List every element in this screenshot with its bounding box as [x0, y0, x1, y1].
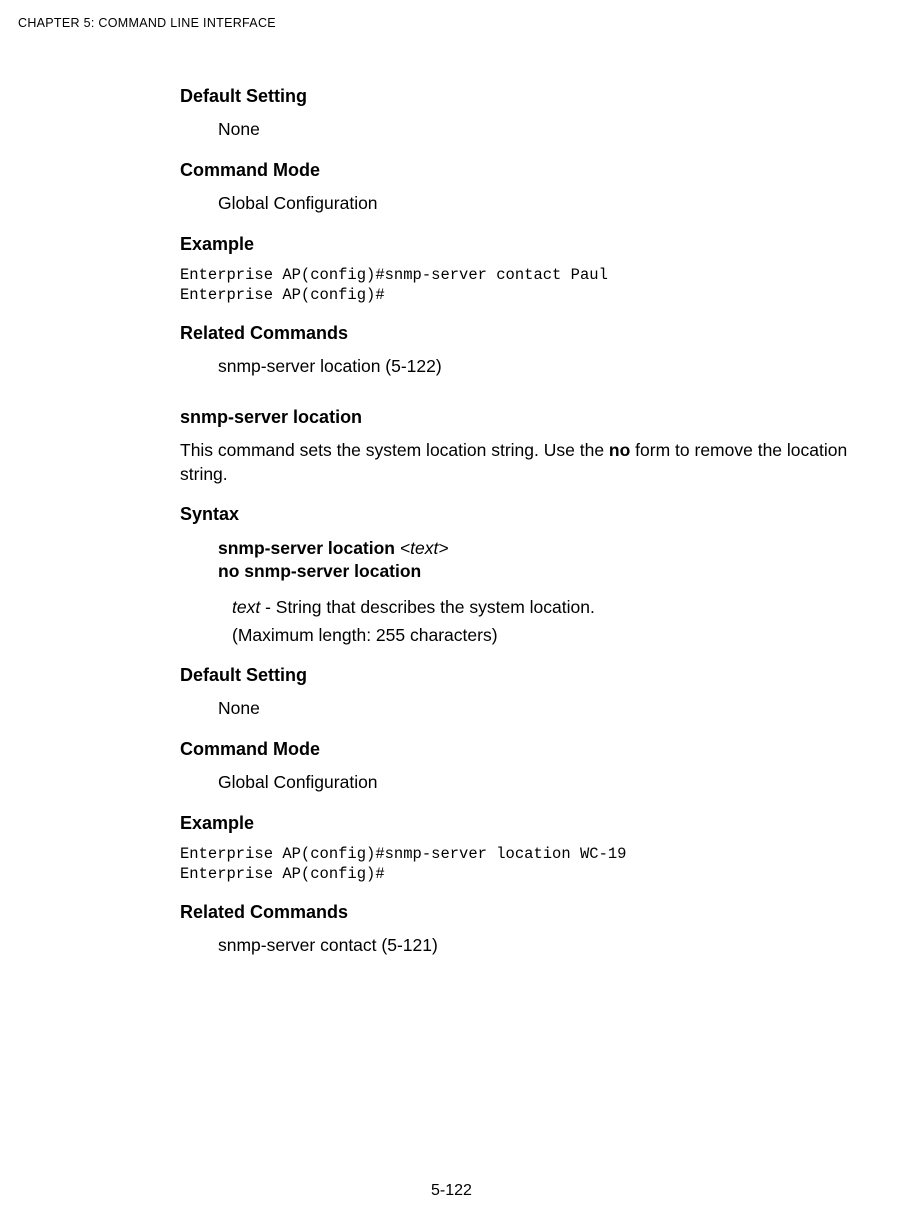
command-mode-heading-2: Command Mode [180, 737, 865, 761]
page-number: 5-122 [0, 1182, 903, 1200]
header-title-rest3: NTERFACE [207, 16, 276, 30]
header-title-i: I [199, 16, 207, 30]
header-num: 5: [80, 16, 99, 30]
example-code-2: Enterprise AP(config)#snmp-server locati… [180, 845, 865, 884]
related-commands-heading-2: Related Commands [180, 900, 865, 924]
header-title-rest2: INE [178, 16, 200, 30]
command-mode-heading-1: Command Mode [180, 158, 865, 182]
desc-bold: no [609, 440, 630, 460]
syntax-arg-line2: (Maximum length: 255 characters) [232, 624, 865, 648]
command-title: snmp-server location [180, 405, 865, 429]
arg-italic: text [232, 597, 260, 617]
header-chapter-rest: HAPTER [27, 16, 80, 30]
syntax-l1-bold: snmp-server location [218, 538, 400, 558]
example-code-1: Enterprise AP(config)#snmp-server contac… [180, 266, 865, 305]
command-mode-value-1: Global Configuration [218, 192, 865, 216]
header-title-l: L [167, 16, 178, 30]
page: CHAPTER 5: COMMAND LINE INTERFACE Defaul… [0, 0, 903, 1228]
example-heading-1: Example [180, 232, 865, 256]
default-setting-value-1: None [218, 118, 865, 142]
command-mode-value-2: Global Configuration [218, 771, 865, 795]
running-header: CHAPTER 5: COMMAND LINE INTERFACE [18, 16, 885, 30]
header-title-rest1: OMMAND [108, 16, 167, 30]
syntax-heading: Syntax [180, 502, 865, 526]
syntax-block: snmp-server location <text> no snmp-serv… [218, 537, 865, 584]
content: Default Setting None Command Mode Global… [180, 84, 865, 958]
arg-rest: - String that describes the system locat… [260, 597, 595, 617]
header-title-c: C [98, 16, 107, 30]
example-heading-2: Example [180, 811, 865, 835]
syntax-arg-line1: text - String that describes the system … [232, 596, 865, 620]
default-setting-value-2: None [218, 697, 865, 721]
related-commands-value-1: snmp-server location (5-122) [218, 355, 865, 379]
related-commands-value-2: snmp-server contact (5-121) [218, 934, 865, 958]
syntax-line-1: snmp-server location <text> [218, 537, 865, 561]
syntax-l1-var: <text> [400, 538, 449, 558]
desc-pre: This command sets the system location st… [180, 440, 609, 460]
default-setting-heading-2: Default Setting [180, 663, 865, 687]
related-commands-heading-1: Related Commands [180, 321, 865, 345]
syntax-line-2: no snmp-server location [218, 560, 865, 584]
default-setting-heading-1: Default Setting [180, 84, 865, 108]
header-chapter-c: C [18, 16, 27, 30]
command-description: This command sets the system location st… [180, 439, 865, 486]
